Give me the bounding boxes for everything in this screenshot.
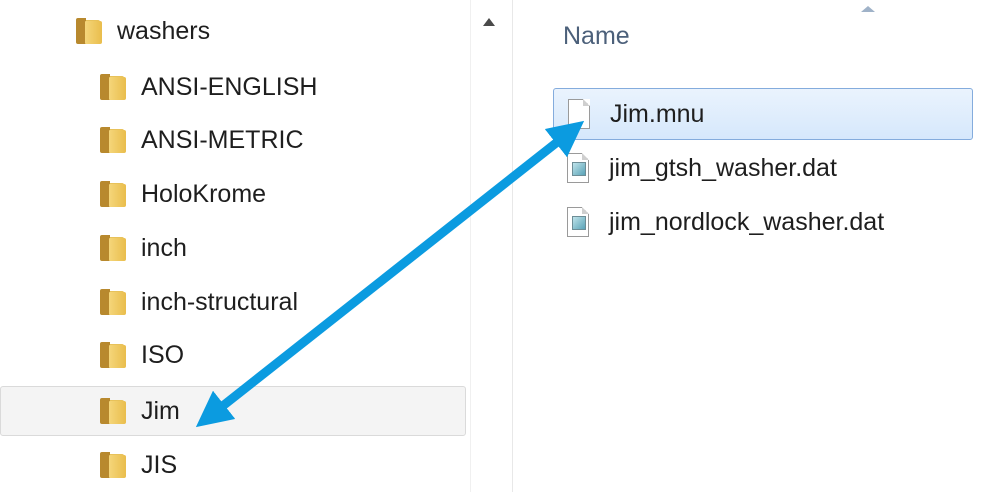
scroll-up-arrow-icon[interactable] <box>483 18 495 26</box>
file-list-pane: Name Jim.mnu jim_gtsh_washer.dat jim_nor… <box>513 0 984 492</box>
tree-item-inch[interactable]: inch <box>100 223 187 273</box>
folder-icon <box>100 342 128 368</box>
folder-icon <box>100 181 128 207</box>
tree-item-label: Jim <box>141 396 180 425</box>
tree-item-washers[interactable]: washers <box>76 6 210 56</box>
tree-item-label: JIS <box>141 450 178 479</box>
file-row-jim-gtsh-washer[interactable]: jim_gtsh_washer.dat <box>553 142 973 194</box>
blank-file-icon <box>568 99 590 129</box>
folder-icon <box>100 235 128 261</box>
tree-item-inch-structural[interactable]: inch-structural <box>100 277 298 327</box>
tree-item-holokrome[interactable]: HoloKrome <box>100 169 266 219</box>
tree-item-label: inch <box>141 233 187 262</box>
tree-item-label: washers <box>117 16 211 45</box>
tree-item-jis[interactable]: JIS <box>100 440 177 490</box>
sort-ascending-icon <box>861 6 875 12</box>
tree-item-label: inch-structural <box>141 287 298 316</box>
folder-icon <box>100 289 128 315</box>
folder-tree-pane: washers ANSI-ENGLISH ANSI-METRIC HoloKro… <box>0 0 470 492</box>
tree-item-ansi-metric[interactable]: ANSI-METRIC <box>100 115 304 165</box>
tree-item-label: ANSI-ENGLISH <box>141 72 318 101</box>
file-name: Jim.mnu <box>610 99 705 128</box>
folder-icon <box>100 452 128 478</box>
file-row-jim-nordlock-washer[interactable]: jim_nordlock_washer.dat <box>553 196 973 248</box>
folder-icon <box>100 74 128 100</box>
file-name: jim_gtsh_washer.dat <box>609 153 837 182</box>
folder-icon <box>76 18 104 44</box>
dat-file-icon <box>567 207 589 237</box>
file-name: jim_nordlock_washer.dat <box>609 207 885 236</box>
tree-item-label: ISO <box>141 340 185 369</box>
dat-file-icon <box>567 153 589 183</box>
tree-item-ansi-english[interactable]: ANSI-ENGLISH <box>100 62 317 112</box>
name-column-header[interactable]: Name <box>563 22 630 51</box>
tree-item-label: HoloKrome <box>141 179 267 208</box>
file-row-jim-mnu[interactable]: Jim.mnu <box>553 88 973 140</box>
tree-item-jim[interactable]: Jim <box>0 386 466 436</box>
tree-scrollbar[interactable] <box>470 0 513 492</box>
folder-icon <box>100 127 128 153</box>
tree-item-iso[interactable]: ISO <box>100 330 184 380</box>
folder-icon <box>100 398 128 424</box>
tree-item-label: ANSI-METRIC <box>141 125 304 154</box>
